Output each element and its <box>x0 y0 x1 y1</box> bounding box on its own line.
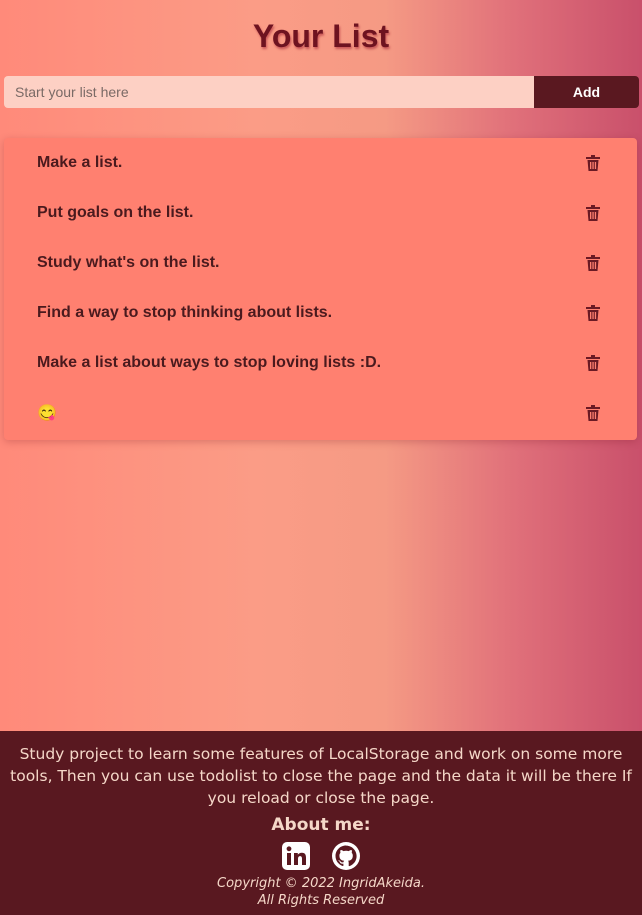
list-item-text: 😋 <box>37 405 57 422</box>
add-button[interactable]: Add <box>534 76 639 108</box>
copyright-line2: All Rights Reserved <box>257 893 385 908</box>
trash-icon[interactable] <box>586 205 600 221</box>
trash-icon[interactable] <box>586 155 600 171</box>
linkedin-icon[interactable] <box>281 841 311 871</box>
trash-icon[interactable] <box>586 255 600 271</box>
copyright-line1: Copyright © 2022 IngridAkeida. <box>217 876 425 891</box>
add-item-form: Add <box>4 76 639 108</box>
list-item: Find a way to stop thinking about lists. <box>4 288 637 338</box>
about-heading: About me: <box>271 815 371 835</box>
trash-icon[interactable] <box>586 305 600 321</box>
page-footer: Study project to learn some features of … <box>0 731 642 915</box>
list-item: Make a list about ways to stop loving li… <box>4 338 637 388</box>
trash-icon[interactable] <box>586 405 600 421</box>
project-description: Study project to learn some features of … <box>10 745 632 807</box>
list-item-text: Find a way to stop thinking about lists. <box>37 304 333 321</box>
list-item-text: Put goals on the list. <box>37 204 194 221</box>
todo-list: Make a list. Put goals on the list. Stud… <box>4 138 637 440</box>
list-item-text: Make a list. <box>37 154 123 171</box>
trash-icon[interactable] <box>586 355 600 371</box>
list-item-text: Make a list about ways to stop loving li… <box>37 354 382 371</box>
list-item-input[interactable] <box>4 76 534 108</box>
list-item-text: Study what's on the list. <box>37 254 220 271</box>
github-icon[interactable] <box>331 841 361 871</box>
list-item: Study what's on the list. <box>4 238 637 288</box>
page-title: Your List <box>252 18 390 54</box>
copyright: Copyright © 2022 IngridAkeida. All Right… <box>0 875 642 909</box>
social-links <box>0 841 642 871</box>
list-item: 😋 <box>4 388 637 438</box>
list-item: Put goals on the list. <box>4 188 637 238</box>
list-item: Make a list. <box>4 138 637 188</box>
